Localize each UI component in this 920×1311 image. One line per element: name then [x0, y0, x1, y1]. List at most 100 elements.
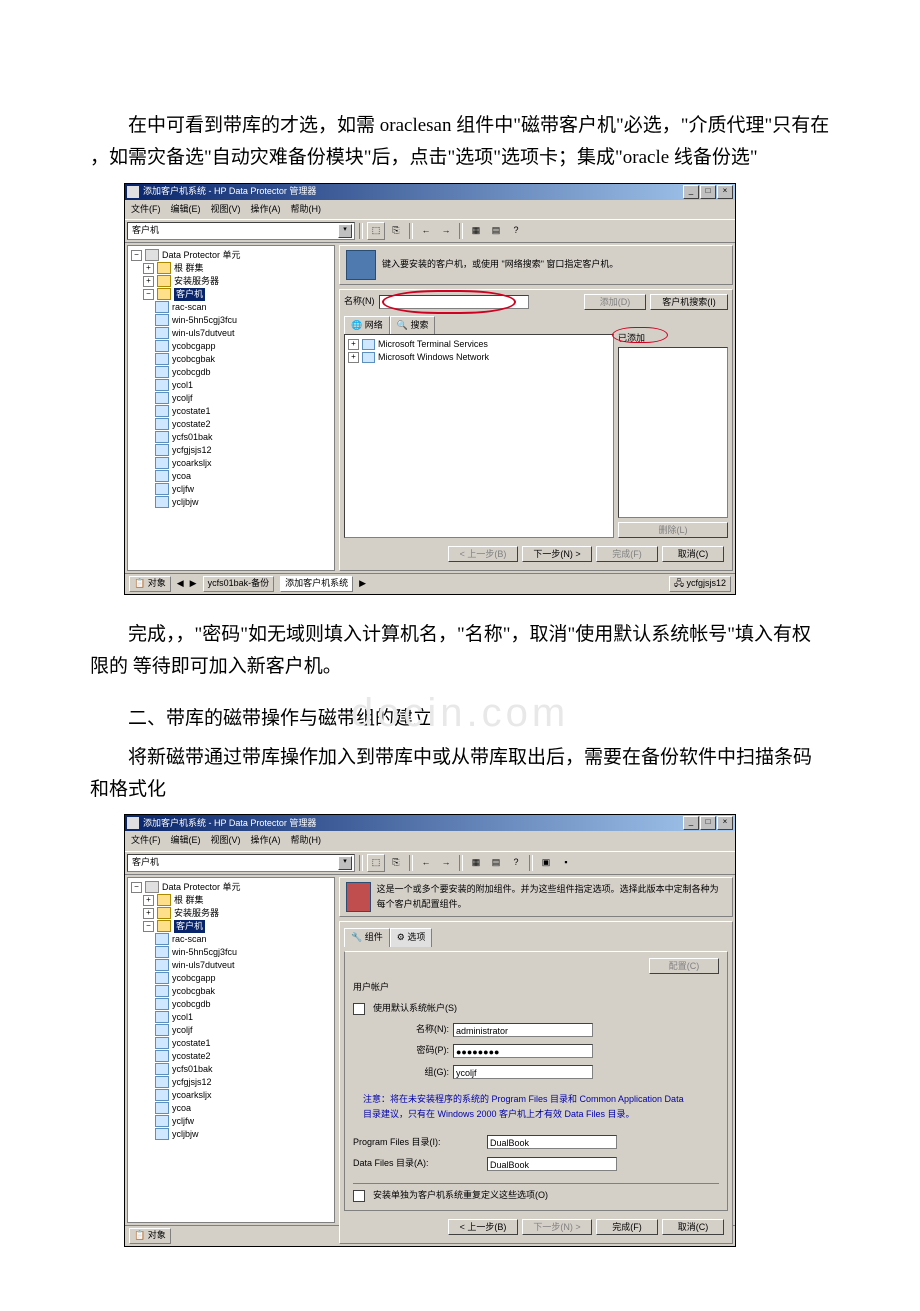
add-button[interactable]: 添加(D) — [584, 294, 646, 310]
menu-view[interactable]: 视图(V) — [211, 202, 241, 217]
tree-client[interactable]: ycostate2 — [172, 418, 211, 431]
tree-group-clients[interactable]: 客户机 — [174, 288, 205, 301]
tree-client[interactable]: ycfs01bak — [172, 431, 213, 444]
close-button[interactable]: × — [717, 185, 733, 199]
tree-client[interactable]: ycoljf — [172, 1024, 193, 1037]
toolbar-icon-5[interactable]: ? — [507, 854, 525, 872]
tab-search[interactable]: 🔍 搜索 — [390, 316, 436, 334]
network-item[interactable]: Microsoft Windows Network — [378, 351, 489, 364]
data-files-input[interactable]: DualBook — [487, 1157, 617, 1171]
cancel-button[interactable]: 取消(C) — [662, 546, 724, 562]
tree-collapse-icon[interactable]: − — [143, 289, 154, 300]
program-files-input[interactable]: DualBook — [487, 1135, 617, 1149]
client-search-button[interactable]: 客户机搜索(I) — [650, 294, 728, 310]
tree-client[interactable]: ycobcgbak — [172, 353, 215, 366]
next-button[interactable]: 下一步(N) > — [522, 1219, 592, 1235]
maximize-button[interactable]: □ — [700, 185, 716, 199]
tree-client[interactable]: ycobcgdb — [172, 366, 211, 379]
close-button[interactable]: × — [717, 816, 733, 830]
tree-client[interactable]: ycol1 — [172, 1011, 193, 1024]
toolbar-fwd-icon[interactable]: → — [437, 222, 455, 240]
tree-group-install[interactable]: 安装服务器 — [174, 907, 219, 920]
tree-expand-icon[interactable]: + — [348, 339, 359, 350]
status-tab-1[interactable]: ycfs01bak-备份 — [203, 576, 275, 592]
tree-client[interactable]: rac-scan — [172, 933, 207, 946]
menu-help[interactable]: 帮助(H) — [291, 833, 322, 848]
group-input[interactable]: ycoljf — [453, 1065, 593, 1079]
toolbar-icon-1[interactable]: ⬚ — [367, 854, 385, 872]
toolbar-fwd-icon[interactable]: → — [437, 854, 455, 872]
tree-client[interactable]: ycfs01bak — [172, 1063, 213, 1076]
name-input[interactable] — [379, 295, 529, 309]
menu-view[interactable]: 视图(V) — [211, 833, 241, 848]
tree-root[interactable]: Data Protector 单元 — [162, 881, 241, 894]
delete-button[interactable]: 删除(L) — [618, 522, 728, 538]
context-dropdown[interactable]: 客户机 ▾ — [127, 854, 355, 872]
network-item[interactable]: Microsoft Terminal Services — [378, 338, 488, 351]
prev-button[interactable]: < 上一步(B) — [448, 546, 518, 562]
tree-client[interactable]: ycoarksljx — [172, 457, 212, 470]
username-input[interactable]: administrator — [453, 1023, 593, 1037]
tree-group-root[interactable]: 根 群集 — [174, 262, 204, 275]
next-button[interactable]: 下一步(N) > — [522, 546, 592, 562]
tree-client[interactable]: rac-scan — [172, 301, 207, 314]
tree-expand-icon[interactable]: + — [348, 352, 359, 363]
tree-client[interactable]: win-5hn5cgj3fcu — [172, 314, 237, 327]
tree-client[interactable]: ycljbjw — [172, 1128, 199, 1141]
tree-expand-icon[interactable]: + — [143, 908, 154, 919]
tree-pane[interactable]: −Data Protector 单元 +根 群集 +安装服务器 −客户机 rac… — [127, 245, 335, 571]
added-list[interactable] — [618, 347, 728, 518]
tree-client[interactable]: ycostate1 — [172, 1037, 211, 1050]
tree-root[interactable]: Data Protector 单元 — [162, 249, 241, 262]
tree-client[interactable]: win-uls7dutveut — [172, 327, 235, 340]
use-default-checkbox[interactable] — [353, 1003, 365, 1015]
cancel-button[interactable]: 取消(C) — [662, 1219, 724, 1235]
tab-options[interactable]: ⚙ 选项 — [390, 928, 433, 946]
toolbar-icon-2[interactable]: ⎘ — [387, 222, 405, 240]
prev-button[interactable]: < 上一步(B) — [448, 1219, 518, 1235]
tree-client[interactable]: ycol1 — [172, 379, 193, 392]
status-nav-prev-icon[interactable]: ◀ — [177, 576, 184, 591]
menu-actions[interactable]: 操作(A) — [251, 833, 281, 848]
tree-client[interactable]: ycoa — [172, 470, 191, 483]
toolbar-back-icon[interactable]: ← — [417, 222, 435, 240]
tree-client[interactable]: ycostate1 — [172, 405, 211, 418]
toolbar-icon-4[interactable]: ▤ — [487, 854, 505, 872]
tree-client[interactable]: ycljfw — [172, 483, 194, 496]
tree-group-clients[interactable]: 客户机 — [174, 920, 205, 933]
toolbar-icon-2[interactable]: ⎘ — [387, 854, 405, 872]
tree-client[interactable]: ycoarksljx — [172, 1089, 212, 1102]
status-nav-next-icon[interactable]: ▶ — [190, 576, 197, 591]
password-input[interactable]: ●●●●●●●● — [453, 1044, 593, 1058]
menu-file[interactable]: 文件(F) — [131, 202, 161, 217]
menu-edit[interactable]: 编辑(E) — [171, 833, 201, 848]
tree-client[interactable]: ycobcgapp — [172, 972, 216, 985]
finish-button[interactable]: 完成(F) — [596, 546, 658, 562]
menu-edit[interactable]: 编辑(E) — [171, 202, 201, 217]
tree-pane[interactable]: −Data Protector 单元 +根 群集 +安装服务器 −客户机 rac… — [127, 877, 335, 1223]
tab-network[interactable]: 🌐 网络 — [344, 316, 390, 334]
tree-client[interactable]: ycobcgbak — [172, 985, 215, 998]
tree-client[interactable]: ycoa — [172, 1102, 191, 1115]
context-dropdown[interactable]: 客户机 ▾ — [127, 222, 355, 240]
tree-group-install[interactable]: 安装服务器 — [174, 275, 219, 288]
tree-expand-icon[interactable]: + — [143, 263, 154, 274]
toolbar-icon-6[interactable]: ▣ — [537, 854, 555, 872]
tree-collapse-icon[interactable]: − — [131, 882, 142, 893]
tree-client[interactable]: win-uls7dutveut — [172, 959, 235, 972]
tree-client[interactable]: ycobcgdb — [172, 998, 211, 1011]
minimize-button[interactable]: _ — [683, 185, 699, 199]
tree-collapse-icon[interactable]: − — [131, 250, 142, 261]
toolbar-icon-3[interactable]: ▦ — [467, 854, 485, 872]
toolbar-back-icon[interactable]: ← — [417, 854, 435, 872]
tree-client[interactable]: ycfgjsjs12 — [172, 1076, 212, 1089]
toolbar-icon-3[interactable]: ▦ — [467, 222, 485, 240]
menu-file[interactable]: 文件(F) — [131, 833, 161, 848]
repeat-options-checkbox[interactable] — [353, 1190, 365, 1202]
toolbar-icon-1[interactable]: ⬚ — [367, 222, 385, 240]
toolbar-icon-4[interactable]: ▤ — [487, 222, 505, 240]
menu-help[interactable]: 帮助(H) — [291, 202, 322, 217]
finish-button[interactable]: 完成(F) — [596, 1219, 658, 1235]
toolbar-icon-5[interactable]: ? — [507, 222, 525, 240]
tree-client[interactable]: ycljbjw — [172, 496, 199, 509]
